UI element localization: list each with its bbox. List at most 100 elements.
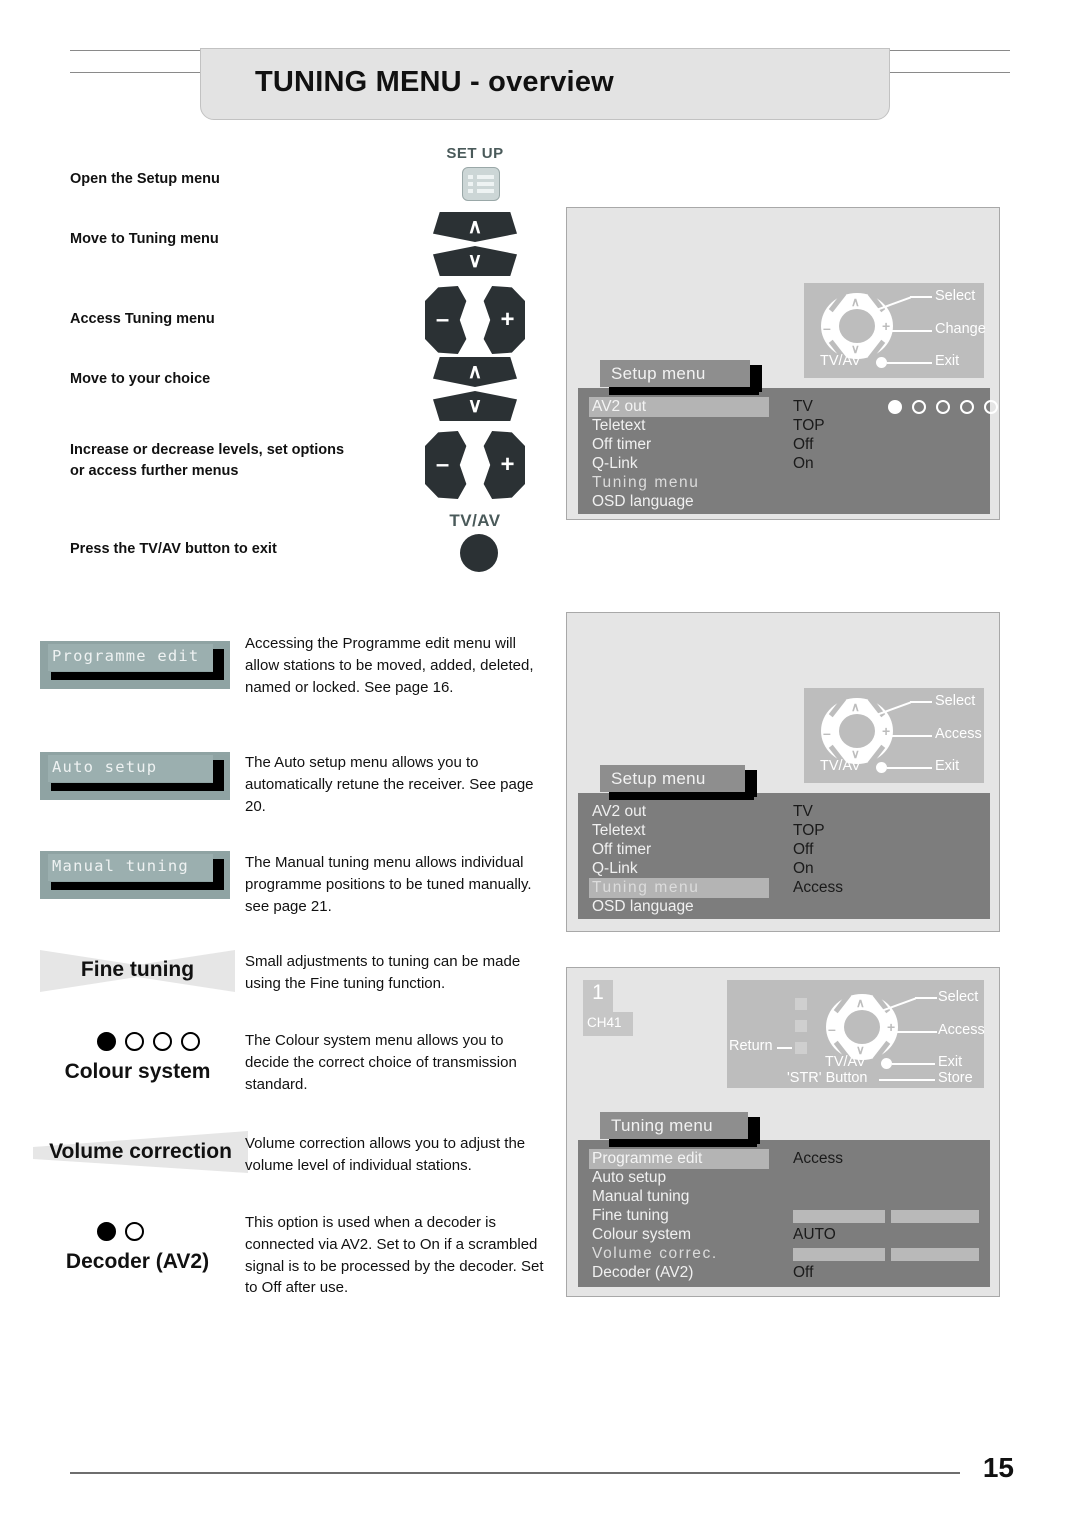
- description-auto-setup: The Auto setup menu allows you to automa…: [245, 754, 534, 815]
- osd-bar-fine-tuning-right: [891, 1210, 979, 1223]
- osd-label-fine-tuning: Fine tuning: [592, 1207, 669, 1224]
- graphic-programme-edit: Programme edit: [40, 641, 230, 689]
- osd-row[interactable]: Programme edit Access: [578, 1149, 990, 1169]
- osd-title-text-2: Setup menu: [611, 768, 706, 788]
- return-marker-top: [795, 998, 807, 1010]
- minus-icon: –: [435, 306, 450, 333]
- chevron-up-icon-2: ∧: [467, 361, 483, 383]
- channel-number-label: CH41: [587, 1015, 622, 1030]
- osd-row[interactable]: Tuning menu Access: [578, 878, 990, 898]
- legend-box-1: ∧ ∨ – + Select Change TV/AV Exit: [804, 283, 986, 378]
- description-volume-correction: Volume correction allows you to adjust t…: [245, 1135, 526, 1174]
- tvav-key[interactable]: [460, 534, 498, 572]
- osd-value-q-link: On: [793, 455, 814, 472]
- osd-label-manual-tuning: Manual tuning: [592, 1188, 690, 1205]
- osd-value-off-timer-2: Off: [793, 841, 814, 858]
- osd-title-setup-1: Setup menu: [600, 360, 762, 395]
- legend-box-3: ∧ ∨ – + Return Select Access TV/AV Exit 'S…: [727, 980, 985, 1088]
- osd-row[interactable]: Tuning menu: [578, 473, 990, 493]
- osd-title-tuning: Tuning menu: [600, 1112, 760, 1147]
- osd-row[interactable]: Teletext TOP: [578, 416, 990, 436]
- description-programme-edit: Accessing the Programme edit menu will a…: [245, 635, 534, 696]
- osd-row[interactable]: Colour system AUTO: [578, 1225, 990, 1245]
- graphic-label-auto-setup: Auto setup: [52, 758, 158, 776]
- legend-box-2: ∧ ∨ – + Select Access TV/AV Exit: [804, 688, 984, 783]
- description-fine-tuning: Small adjustments to tuning can be made …: [245, 953, 521, 992]
- osd-row[interactable]: Q-Link On: [578, 859, 990, 879]
- plus-key-2[interactable]: +: [483, 431, 525, 499]
- osd-label-programme-edit: Programme edit: [592, 1150, 703, 1167]
- graphic-label-colour-system: Colour system: [64, 1060, 211, 1083]
- osd-row[interactable]: Off timer Off: [578, 435, 990, 455]
- nav-wheel-icon-2: ∧ ∨ – +: [821, 696, 893, 766]
- plus-key-1[interactable]: +: [483, 286, 525, 354]
- graphic-label-programme-edit: Programme edit: [52, 647, 200, 665]
- osd-bar-volume-left: [793, 1248, 885, 1261]
- plus-icon: +: [500, 306, 515, 333]
- osd-value-tuning-menu-2: Access: [793, 879, 843, 896]
- osd-label-av2-out-2: AV2 out: [592, 803, 647, 820]
- legend-change-1: Change: [935, 321, 986, 337]
- nav-wheel-icon-3: ∧ ∨ – +: [826, 992, 898, 1062]
- osd-indicator-dots-1: [888, 400, 998, 414]
- legend-access-2: Access: [935, 726, 982, 742]
- instruction-increase-decrease: Increase or decrease levels, set options…: [70, 442, 345, 479]
- description-colour-system: The Colour system menu allows you to dec…: [245, 1032, 517, 1093]
- osd-row[interactable]: Volume correc.: [578, 1244, 990, 1264]
- indicator-dots-colour-system: [97, 1032, 200, 1051]
- osd-value-off-timer: Off: [793, 436, 814, 453]
- graphic-label-decoder-av2: Decoder (AV2): [65, 1250, 210, 1273]
- legend-select-1: Select: [935, 288, 976, 304]
- osd-row[interactable]: Auto setup: [578, 1168, 990, 1188]
- legend-store-3: Store: [938, 1070, 973, 1086]
- nav-up-key-2[interactable]: ∧: [433, 357, 517, 387]
- instruction-move-to-tuning-menu: Move to Tuning menu: [70, 231, 219, 247]
- osd-row[interactable]: Q-Link On: [578, 454, 990, 474]
- osd-label-auto-setup: Auto setup: [592, 1169, 667, 1186]
- legend-exit-1: Exit: [935, 353, 960, 369]
- osd-value-av2-out: TV: [793, 398, 813, 415]
- instruction-press-tvav-exit: Press the TV/AV button to exit: [70, 541, 277, 557]
- osd-row[interactable]: Teletext TOP: [578, 821, 990, 841]
- return-marker-bottom: [795, 1042, 807, 1054]
- osd-value-teletext: TOP: [793, 417, 825, 434]
- legend-access-3: Access: [938, 1022, 985, 1038]
- osd-label-q-link: Q-Link: [592, 455, 638, 472]
- tv-screen-panel-setup-tuning: ∧ ∨ – + Select Access TV/AV Exit Setup men…: [566, 612, 1000, 932]
- nav-down-key-2[interactable]: ∨: [433, 391, 517, 421]
- osd-row[interactable]: Fine tuning: [578, 1206, 990, 1226]
- osd-value-colour-system: AUTO: [793, 1226, 836, 1243]
- osd-label-tuning-menu: Tuning menu: [592, 474, 700, 491]
- chevron-up-icon: ∧: [467, 216, 483, 238]
- osd-row[interactable]: AV2 out TV: [578, 397, 998, 417]
- osd-bar-fine-tuning-left: [793, 1210, 885, 1223]
- osd-row[interactable]: Manual tuning: [578, 1187, 990, 1207]
- setup-key-label: SET UP: [446, 145, 504, 162]
- osd-row[interactable]: OSD language: [578, 897, 990, 917]
- tvav-key-label: TV/AV: [449, 511, 501, 530]
- osd-value-av2-out-2: TV: [793, 803, 813, 820]
- osd-title-setup-2: Setup menu: [600, 765, 757, 800]
- osd-label-off-timer-2: Off timer: [592, 841, 652, 858]
- footer-rule: [70, 1472, 960, 1474]
- nav-down-key-1[interactable]: ∨: [433, 246, 517, 276]
- minus-key-1[interactable]: –: [425, 286, 467, 354]
- graphic-label-volume-correction: Volume correction: [49, 1140, 232, 1163]
- nav-up-key-1[interactable]: ∧: [433, 212, 517, 242]
- osd-label-q-link-2: Q-Link: [592, 860, 638, 877]
- osd-label-colour-system: Colour system: [592, 1226, 692, 1243]
- minus-plus-key-row-2: – +: [425, 431, 525, 499]
- osd-body-setup-2: AV2 out TV Teletext TOP Off timer Off Q-…: [578, 793, 990, 919]
- chevron-down-icon: ∨: [467, 250, 483, 272]
- instruction-open-setup-menu: Open the Setup menu: [70, 171, 220, 187]
- chevron-down-icon-2: ∨: [467, 395, 483, 417]
- osd-row[interactable]: Decoder (AV2) Off: [578, 1263, 990, 1283]
- osd-row[interactable]: AV2 out TV: [578, 802, 990, 822]
- osd-label-osd-language: OSD language: [592, 493, 694, 510]
- osd-row[interactable]: Off timer Off: [578, 840, 990, 860]
- graphic-auto-setup: Auto setup: [40, 752, 230, 800]
- graphic-manual-tuning: Manual tuning: [40, 851, 230, 899]
- setup-menu-icon[interactable]: [462, 167, 500, 201]
- minus-key-2[interactable]: –: [425, 431, 467, 499]
- osd-row[interactable]: OSD language: [578, 492, 990, 512]
